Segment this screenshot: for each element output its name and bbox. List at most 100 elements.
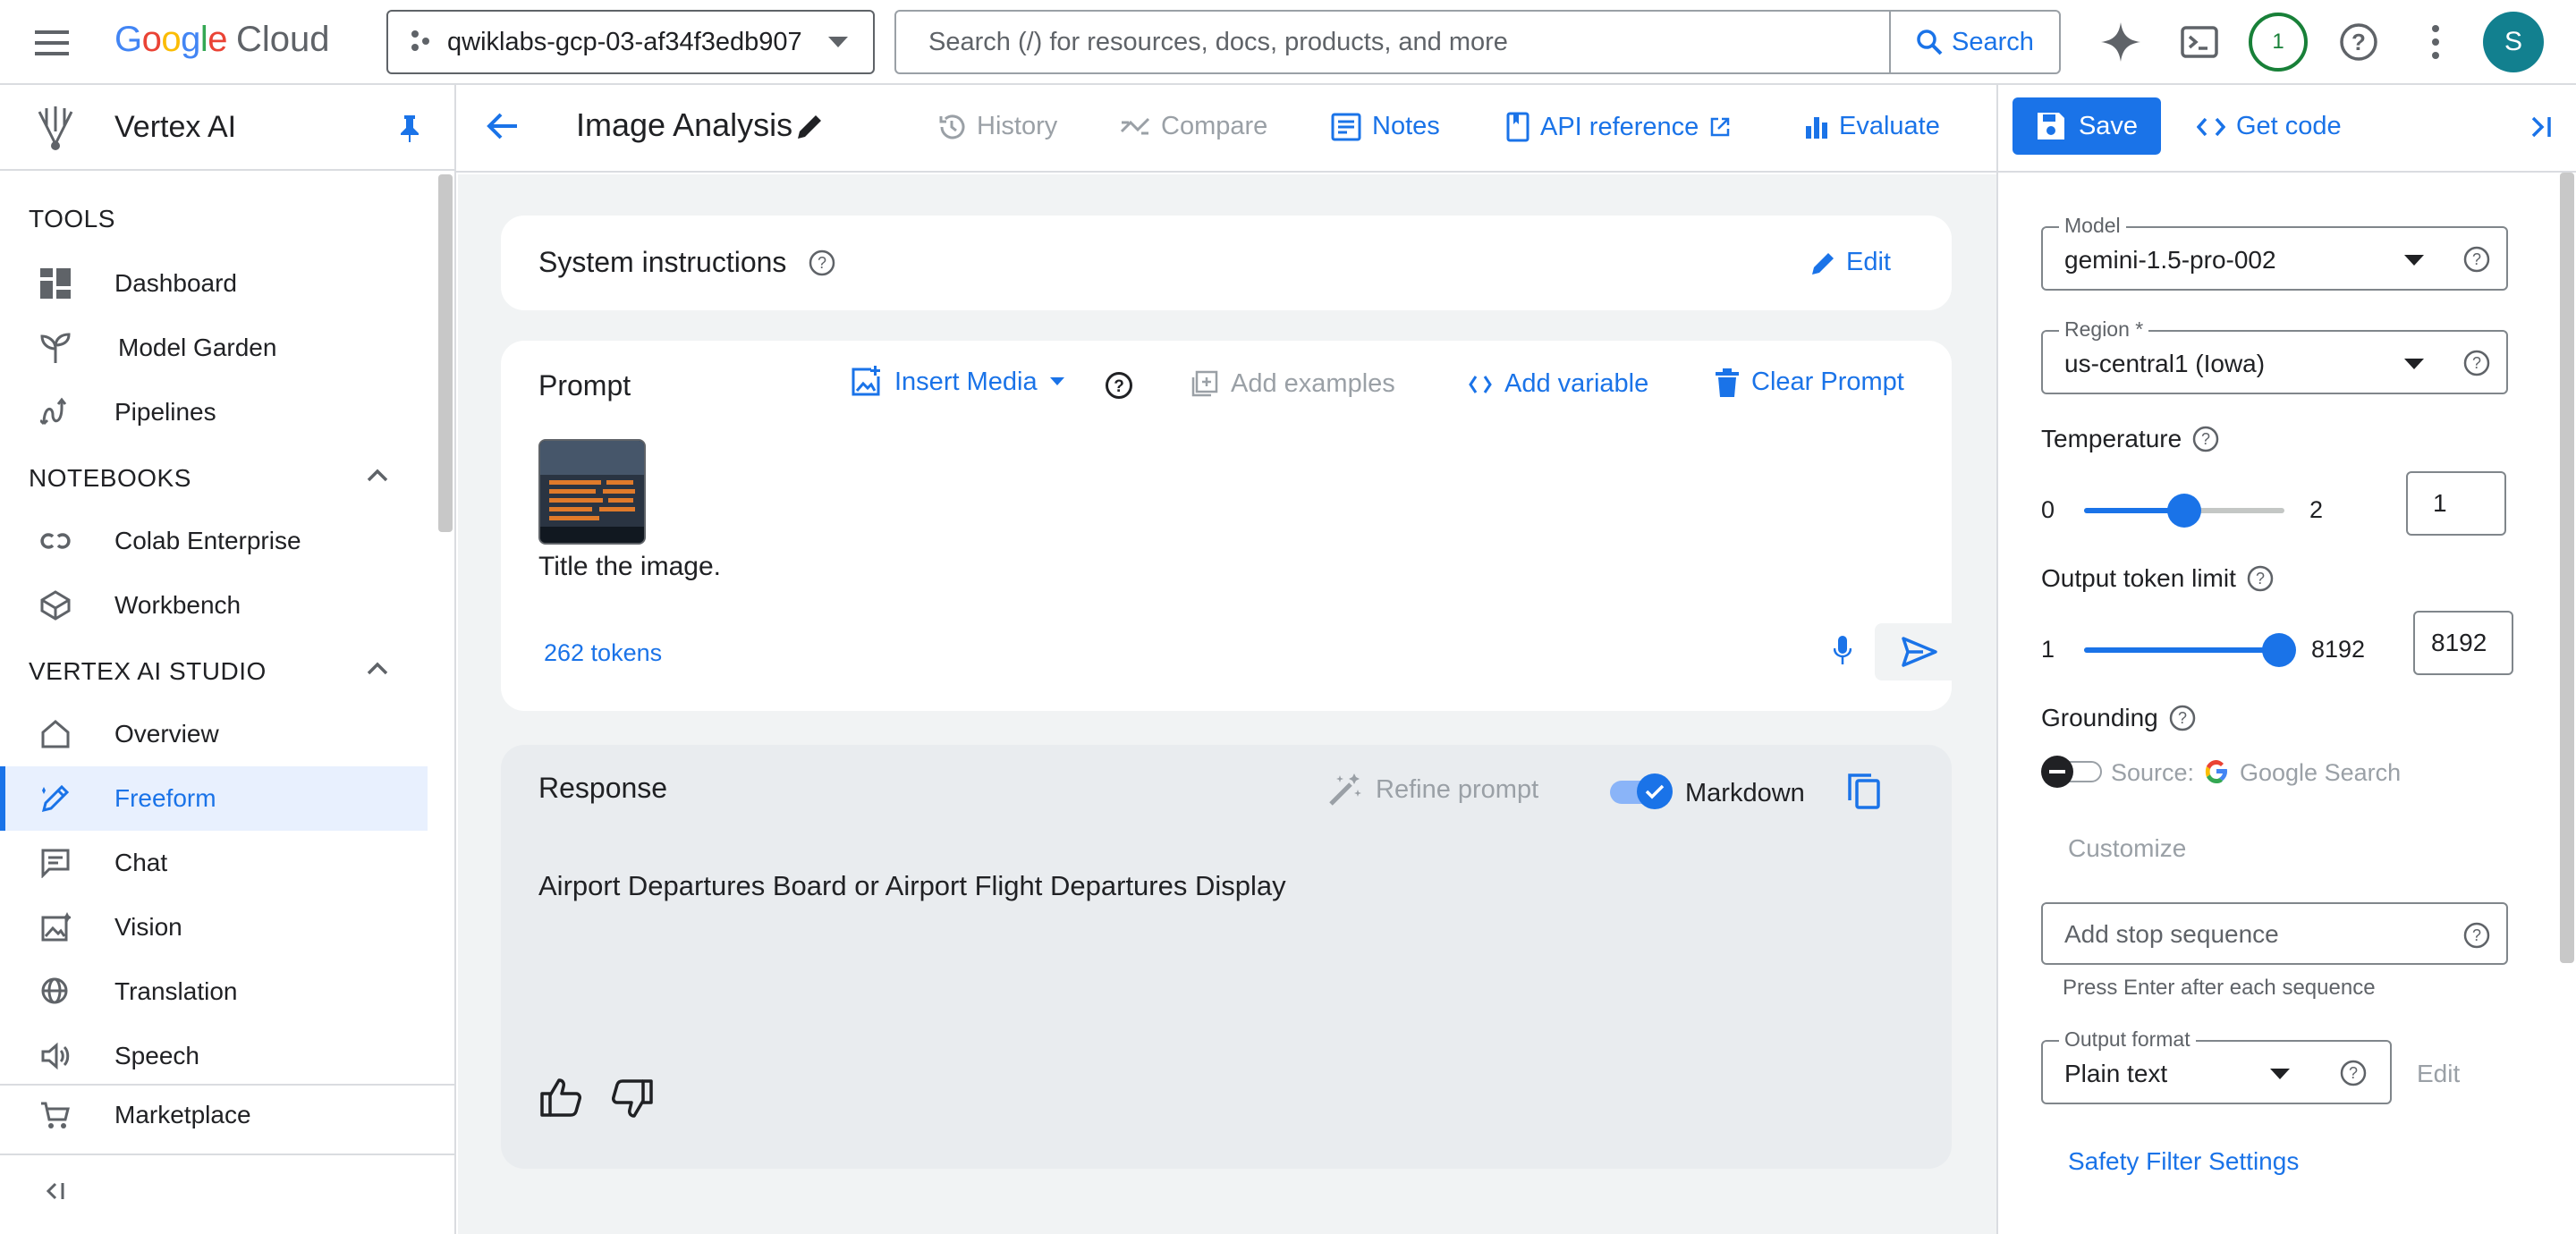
left-sidebar: Vertex AI TOOLS Dashboard Model Garden P… [0,85,456,1234]
help-icon[interactable]: ? [2169,705,2196,731]
sidebar-item-translation[interactable]: Translation [0,959,428,1024]
workbench-icon [39,589,72,621]
output-format-edit-button[interactable]: Edit [2417,1060,2460,1088]
compare-button[interactable]: Compare [1120,112,1267,141]
markdown-toggle[interactable] [1610,773,1674,809]
system-instructions-card[interactable]: System instructions ? Edit [501,216,1952,310]
model-value: gemini-1.5-pro-002 [2064,246,2276,274]
submit-button[interactable] [1875,623,1964,680]
evaluate-button[interactable]: Evaluate [1805,112,1940,141]
search-button[interactable]: Search [1889,12,2059,72]
svg-text:?: ? [818,254,826,272]
help-icon[interactable]: ? [2247,565,2274,592]
search-bar[interactable]: Search (/) for resources, docs, products… [894,10,2061,74]
history-button[interactable]: History [937,112,1057,141]
add-variable-button[interactable]: Add variable [1469,369,1648,399]
notifications-count: 1 [2272,30,2284,54]
collapse-panel-icon[interactable] [2529,115,2553,139]
slider-thumb[interactable] [2167,494,2201,528]
sidebar-item-marketplace[interactable]: Marketplace [0,1083,428,1147]
sidebar-item-colab-enterprise[interactable]: Colab Enterprise [0,509,428,573]
gemini-sparkle-icon[interactable] [2095,16,2147,68]
dashboard-icon [39,267,72,300]
collapse-sidebar-icon[interactable] [45,1181,66,1201]
google-cloud-logo[interactable]: Google Cloud [114,20,330,60]
sidebar-scrollbar[interactable] [438,174,453,532]
grounding-heading: Grounding ? [2041,704,2196,732]
token-limit-slider[interactable] [2084,633,2296,667]
help-icon[interactable]: ? [1105,371,1133,400]
microphone-icon[interactable] [1834,636,1852,664]
region-select[interactable]: Region * us-central1 (Iowa) ? [2041,317,2508,394]
notifications-badge[interactable]: 1 [2249,13,2308,72]
prompt-text[interactable]: Title the image. [538,552,721,582]
help-icon[interactable]: ? [2463,922,2490,949]
sidebar-item-freeform[interactable]: Freeform [0,766,428,831]
avatar[interactable]: S [2483,12,2544,72]
sidebar-item-overview[interactable]: Overview [0,702,428,766]
clear-prompt-button[interactable]: Clear Prompt [1716,368,1904,397]
notes-button[interactable]: Notes [1331,112,1440,141]
project-selector[interactable]: qwiklabs-gcp-03-af34f3edb907 [386,10,875,74]
token-min: 1 [2041,636,2055,663]
freeform-pen-icon [39,782,72,815]
customize-button[interactable]: Customize [2068,834,2186,863]
svg-text:?: ? [2472,250,2481,268]
token-limit-input[interactable]: 8192 [2413,611,2513,675]
prompt-card: Prompt Insert Media ? Add examples Add v… [501,341,1964,711]
edit-label: Edit [1846,248,1891,276]
copy-icon[interactable] [1846,772,1882,811]
output-format-select[interactable]: Output format Plain text ? [2041,1027,2392,1104]
save-button[interactable]: Save [2012,97,2161,155]
stop-sequence-field[interactable]: Add stop sequence ? [2041,902,2508,965]
sidebar-item-pipelines[interactable]: Pipelines [0,380,428,444]
cart-icon [39,1099,72,1131]
get-code-button[interactable]: Get code [2197,112,2342,141]
sidebar-item-vision[interactable]: Vision [0,895,428,959]
logo-cloud-text: Cloud [236,20,330,59]
add-examples-button[interactable]: Add examples [1190,369,1395,399]
chevron-up-icon[interactable] [367,468,388,482]
sidebar-item-chat[interactable]: Chat [0,831,428,895]
search-input[interactable]: Search (/) for resources, docs, products… [896,28,1889,57]
stop-sequence-input[interactable]: Add stop sequence [2064,920,2279,949]
more-vert-icon[interactable] [2410,16,2462,68]
refine-prompt-button[interactable]: Refine prompt [1327,772,1538,807]
main-menu-icon[interactable] [34,25,70,61]
settings-scrollbar[interactable] [2560,173,2574,963]
cloud-shell-icon[interactable] [2174,16,2225,68]
safety-filter-settings-link[interactable]: Safety Filter Settings [2068,1147,2299,1176]
prompt-image-thumbnail[interactable] [538,439,646,545]
edit-system-button[interactable]: Edit [1810,248,1891,277]
chevron-up-icon[interactable] [367,661,388,675]
sidebar-item-dashboard[interactable]: Dashboard [0,251,428,316]
temperature-input[interactable]: 1 [2406,471,2506,536]
help-icon[interactable]: ? [2192,426,2219,452]
thumbs-up-icon[interactable] [540,1078,581,1117]
sidebar-divider [0,1154,454,1155]
grounding-toggle[interactable] [2041,754,2106,790]
slider-fill [2084,647,2279,653]
sidebar-item-workbench[interactable]: Workbench [0,573,428,638]
insert-media-button[interactable]: Insert Media [850,366,1064,398]
thumbs-down-icon[interactable] [612,1079,653,1119]
section-notebooks-heading[interactable]: NOTEBOOKS [29,464,191,493]
sidebar-item-model-garden[interactable]: Model Garden [0,316,428,380]
bar-chart-icon [1805,115,1828,139]
pin-icon[interactable] [399,115,420,142]
sidebar-item-speech[interactable]: Speech [0,1024,428,1088]
vertex-ai-logo-icon [34,105,77,151]
help-icon[interactable]: ? [2333,16,2385,68]
image-icon [39,911,72,943]
slider-thumb[interactable] [2262,633,2296,667]
back-arrow-icon[interactable] [487,112,519,140]
model-select[interactable]: Model gemini-1.5-pro-002 ? [2041,214,2508,291]
temperature-slider[interactable] [2084,494,2284,528]
api-reference-link[interactable]: API reference [1506,112,1731,142]
help-icon[interactable]: ? [809,249,835,276]
edit-title-icon[interactable] [796,112,825,140]
help-icon[interactable]: ? [2340,1060,2367,1086]
help-icon[interactable]: ? [2463,246,2490,273]
help-icon[interactable]: ? [2463,350,2490,376]
section-studio-heading[interactable]: VERTEX AI STUDIO [29,657,267,686]
